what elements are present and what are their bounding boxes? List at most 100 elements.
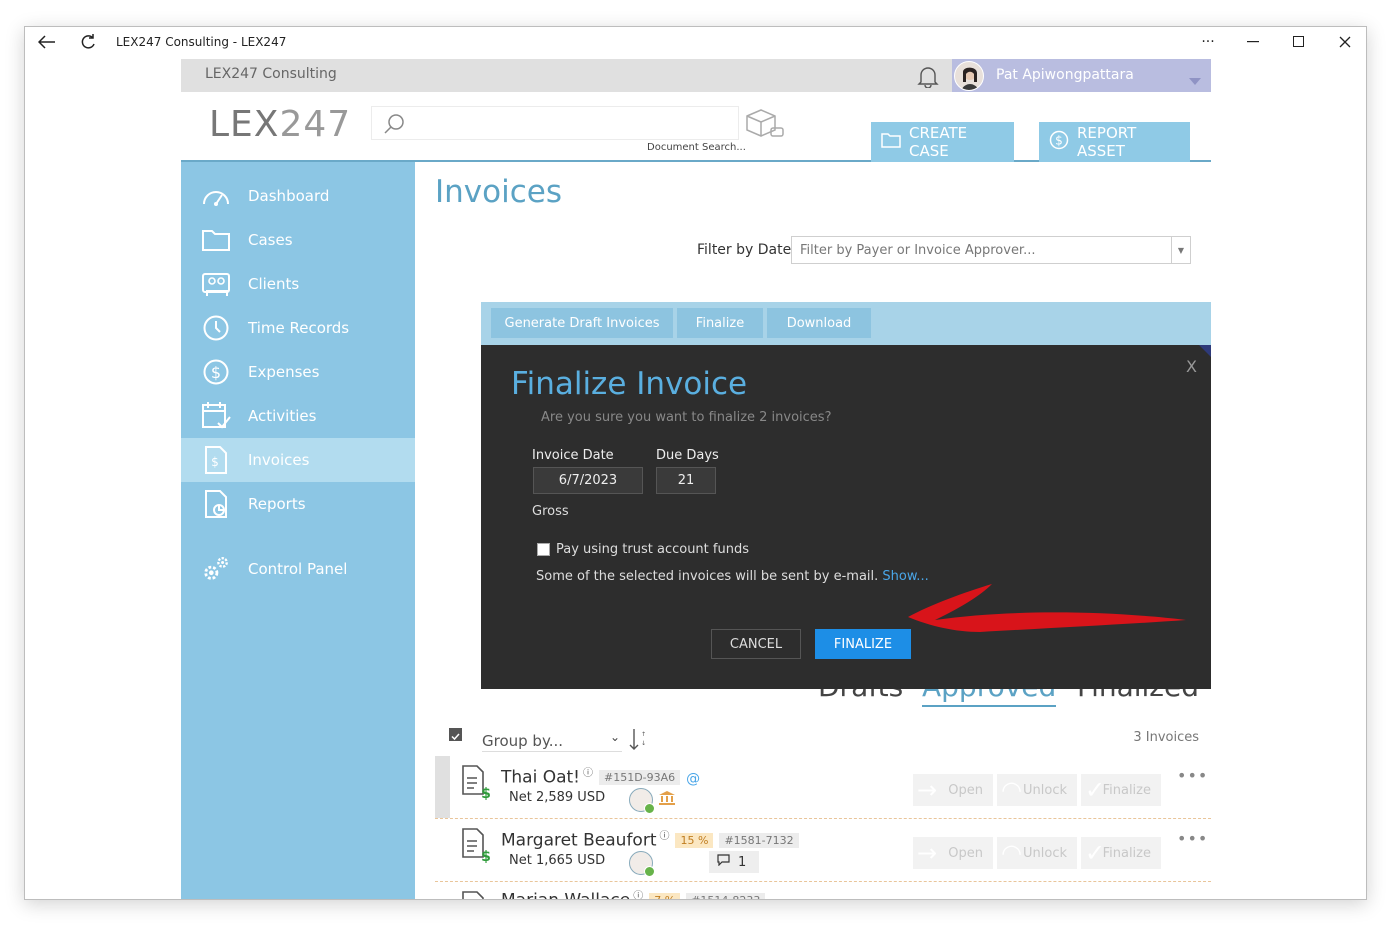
invoice-net-amount: Net 2,589 USD bbox=[509, 790, 606, 805]
sidebar-item-expenses[interactable]: $ Expenses bbox=[181, 350, 415, 394]
unlock-button[interactable]: ◠ Unlock bbox=[997, 837, 1077, 869]
search-icon bbox=[382, 112, 406, 140]
trust-funds-label: Pay using trust account funds bbox=[556, 542, 749, 557]
select-all-checkbox[interactable] bbox=[449, 728, 462, 741]
sidebar-item-activities[interactable]: Activities bbox=[181, 394, 415, 438]
gauge-icon bbox=[201, 181, 231, 211]
dropdown-arrow-icon: ▼ bbox=[1171, 237, 1190, 263]
sidebar: Dashboard Cases Clients Time Records $ E… bbox=[181, 162, 415, 899]
check-icon: ✓ bbox=[1085, 839, 1106, 867]
arrow-right-icon: → bbox=[917, 839, 938, 867]
avatar bbox=[954, 61, 984, 91]
report-asset-button[interactable]: $ REPORT ASSET bbox=[1039, 122, 1190, 162]
comment-count-badge[interactable]: 1 bbox=[709, 851, 759, 873]
dialog-corner-accent bbox=[1199, 345, 1211, 357]
due-days-label: Due Days bbox=[656, 448, 719, 463]
due-days-field[interactable]: 21 bbox=[656, 467, 716, 494]
maximize-icon[interactable] bbox=[1287, 31, 1311, 53]
more-icon[interactable]: ••• bbox=[1177, 829, 1208, 848]
info-icon[interactable]: ⓘ bbox=[659, 831, 669, 842]
document-box-icon[interactable] bbox=[743, 106, 785, 142]
finalize-invoice-dialog: Finalize Invoice X Are you sure you want… bbox=[481, 345, 1211, 689]
app-root: LEX247 Consulting Pat Apiwongpattara LEX… bbox=[181, 59, 1211, 899]
info-icon[interactable]: ⓘ bbox=[583, 768, 593, 779]
sidebar-item-cases[interactable]: Cases bbox=[181, 218, 415, 262]
open-button[interactable]: → Open bbox=[913, 774, 993, 806]
download-button[interactable]: Download bbox=[767, 308, 871, 338]
invoice-client-name[interactable]: Thai Oat! ⓘ #151D-93A6 @ bbox=[501, 764, 700, 788]
clients-icon bbox=[201, 269, 231, 299]
invoice-date-field[interactable]: 6/7/2023 bbox=[533, 467, 643, 494]
search-input[interactable] bbox=[371, 106, 739, 140]
sidebar-item-invoices[interactable]: $ Invoices bbox=[181, 438, 415, 482]
report-asset-label: REPORT ASSET bbox=[1077, 124, 1137, 160]
trust-funds-checkbox[interactable] bbox=[537, 543, 550, 556]
finalize-button[interactable]: FINALIZE bbox=[815, 629, 911, 659]
title-bar: LEX247 Consulting - LEX247 ··· bbox=[25, 27, 1366, 57]
generate-draft-invoices-button[interactable]: Generate Draft Invoices bbox=[491, 308, 673, 338]
create-case-button[interactable]: CREATE CASE bbox=[871, 122, 1014, 162]
invoice-client-name[interactable]: Margaret Beaufort ⓘ 15 % #1581-7132 bbox=[501, 827, 799, 851]
finalize-row-button[interactable]: ✓ Finalize bbox=[1081, 774, 1161, 806]
sort-icon[interactable]: ↑↓ bbox=[629, 728, 646, 754]
invoice-client-name[interactable]: Marian Wallaceⓘ7 %#1514-8233 bbox=[501, 887, 766, 899]
window-title: LEX247 Consulting - LEX247 bbox=[116, 35, 287, 49]
finalize-row-button[interactable]: ✓ Finalize bbox=[1081, 837, 1161, 869]
invoice-toolbar: Generate Draft Invoices Finalize Downloa… bbox=[481, 302, 1211, 345]
finalize-toolbar-button[interactable]: Finalize bbox=[677, 308, 763, 338]
group-by-select[interactable]: Group by... ⌄ bbox=[482, 728, 622, 752]
svg-text:↑: ↑ bbox=[641, 731, 645, 738]
open-button[interactable]: → Open bbox=[913, 837, 993, 869]
dollar-circle-icon: $ bbox=[1049, 130, 1069, 154]
info-icon[interactable]: ⓘ bbox=[633, 891, 643, 899]
gears-icon bbox=[201, 554, 231, 584]
top-bar: LEX247 Consulting Pat Apiwongpattara bbox=[181, 59, 1211, 92]
svg-text:$: $ bbox=[481, 849, 491, 863]
bank-icon bbox=[658, 790, 676, 806]
percent-badge: 15 % bbox=[675, 833, 714, 849]
create-case-label: CREATE CASE bbox=[909, 124, 968, 160]
table-row[interactable]: Marian Wallaceⓘ7 %#1514-8233 bbox=[435, 882, 1211, 899]
sidebar-item-control-panel[interactable]: Control Panel bbox=[181, 547, 415, 591]
user-menu[interactable]: Pat Apiwongpattara bbox=[952, 59, 1211, 92]
sidebar-item-dashboard[interactable]: Dashboard bbox=[181, 174, 415, 218]
svg-text:↓: ↓ bbox=[641, 740, 645, 747]
approver-avatar bbox=[629, 788, 655, 814]
invoice-document-icon bbox=[461, 890, 493, 899]
back-arrow-icon[interactable] bbox=[35, 31, 59, 53]
bell-icon[interactable] bbox=[917, 64, 939, 89]
dialog-subtitle: Are you sure you want to finalize 2 invo… bbox=[541, 410, 832, 425]
calendar-icon bbox=[201, 401, 231, 431]
comment-icon bbox=[717, 854, 730, 870]
approver-avatar bbox=[629, 851, 655, 877]
table-row[interactable]: $ Margaret Beaufort ⓘ 15 % #1581-7132 Net 1… bbox=[435, 819, 1211, 881]
cancel-button[interactable]: CANCEL bbox=[711, 629, 801, 659]
more-options-icon[interactable]: ··· bbox=[1196, 31, 1220, 53]
sidebar-item-reports[interactable]: Reports bbox=[181, 482, 415, 526]
logo: LEX247 bbox=[209, 104, 352, 145]
filter-by-date-link[interactable]: Filter by Date bbox=[697, 242, 791, 258]
gross-label: Gross bbox=[532, 504, 569, 519]
chevron-down-icon: ⌄ bbox=[609, 730, 620, 744]
unlock-button[interactable]: ◠ Unlock bbox=[997, 774, 1077, 806]
dollar-circle-icon: $ bbox=[201, 357, 231, 387]
svg-text:$: $ bbox=[1055, 134, 1063, 148]
refresh-icon[interactable] bbox=[76, 31, 100, 53]
list-controls: Group by... ⌄ ↑↓ 3 Invoices bbox=[449, 728, 1199, 758]
invoice-id-badge: #151D-93A6 bbox=[598, 770, 681, 786]
page-title: Invoices bbox=[435, 174, 562, 210]
sidebar-item-time-records[interactable]: Time Records bbox=[181, 306, 415, 350]
sidebar-item-clients[interactable]: Clients bbox=[181, 262, 415, 306]
payer-filter-select[interactable]: Filter by Payer or Invoice Approver... ▼ bbox=[791, 236, 1191, 264]
close-icon[interactable] bbox=[1333, 31, 1357, 53]
invoice-document-icon: $ bbox=[461, 827, 493, 865]
row-selection-bar[interactable] bbox=[435, 756, 450, 818]
minimize-icon[interactable] bbox=[1241, 31, 1265, 53]
search-label: Document Search... bbox=[647, 142, 746, 153]
show-link[interactable]: Show... bbox=[882, 569, 928, 584]
table-row[interactable]: $ Thai Oat! ⓘ #151D-93A6 @ Net 2,589 USD → O… bbox=[435, 756, 1211, 818]
more-icon[interactable]: ••• bbox=[1177, 766, 1208, 785]
invoice-id-badge: #1514-8233 bbox=[686, 893, 766, 899]
invoice-icon: $ bbox=[201, 445, 231, 475]
close-icon[interactable]: X bbox=[1186, 357, 1197, 376]
